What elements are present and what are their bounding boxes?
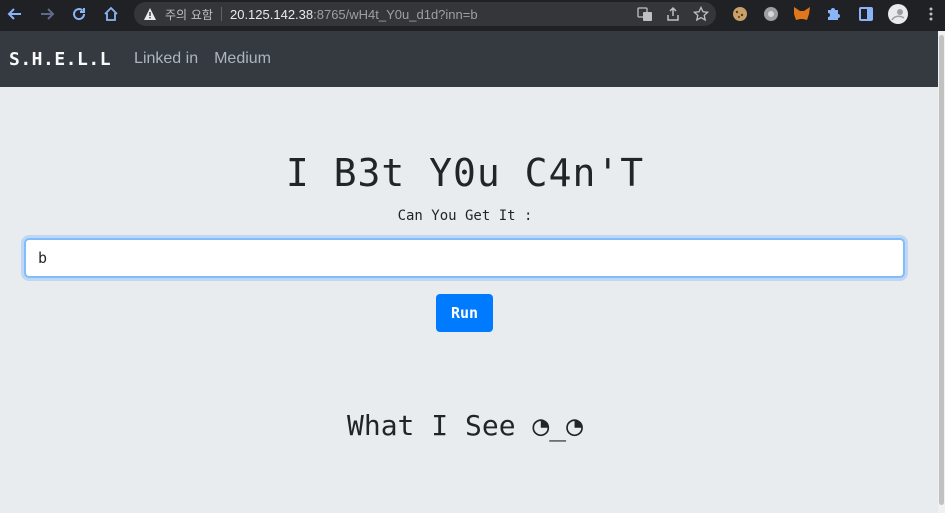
warning-icon[interactable] [143, 7, 157, 21]
address-bar[interactable]: 주의 요함 20.125.142.38:8765/wH4t_Y0u_d1d?in… [134, 2, 716, 26]
page-title: I B3t Y0u C4n'T [285, 151, 645, 195]
bookmark-star-icon[interactable] [692, 5, 710, 23]
main-content: I B3t Y0u C4n'T Can You Get It : Run Wha… [0, 87, 938, 513]
web-page: S.H.E.L.L Linked in Medium I B3t Y0u C4n… [0, 31, 938, 513]
metamask-icon[interactable] [791, 3, 813, 25]
forward-icon[interactable] [36, 3, 58, 25]
command-input[interactable] [24, 238, 905, 278]
sidebar-icon[interactable] [855, 3, 877, 25]
back-icon[interactable] [4, 3, 26, 25]
share-icon[interactable] [664, 5, 682, 23]
input-prompt-label: Can You Get It : [397, 208, 533, 224]
run-button[interactable]: Run [436, 294, 493, 332]
reload-icon[interactable] [68, 3, 90, 25]
translate-icon[interactable] [636, 5, 654, 23]
page-scrollbar[interactable] [938, 31, 945, 513]
top-navbar: S.H.E.L.L Linked in Medium [0, 31, 938, 87]
security-label[interactable]: 주의 요함 [165, 6, 213, 23]
cookie-extension-icon[interactable] [729, 3, 751, 25]
scrollbar-thumb[interactable] [939, 35, 944, 505]
puzzle-icon[interactable] [822, 3, 844, 25]
extension-icon[interactable] [760, 3, 782, 25]
home-icon[interactable] [100, 3, 122, 25]
nav-link-linkedin[interactable]: Linked in [134, 50, 198, 68]
url-text[interactable]: 20.125.142.38:8765/wH4t_Y0u_d1d?inn=b [230, 7, 478, 22]
divider [220, 7, 222, 21]
nav-link-medium[interactable]: Medium [214, 50, 271, 68]
browser-toolbar: 주의 요함 20.125.142.38:8765/wH4t_Y0u_d1d?in… [0, 0, 945, 31]
profile-avatar[interactable] [887, 3, 909, 25]
menu-icon[interactable] [920, 3, 942, 25]
brand-logo[interactable]: S.H.E.L.L [9, 49, 111, 70]
output-heading: What I See ◔_◔ [346, 409, 583, 442]
